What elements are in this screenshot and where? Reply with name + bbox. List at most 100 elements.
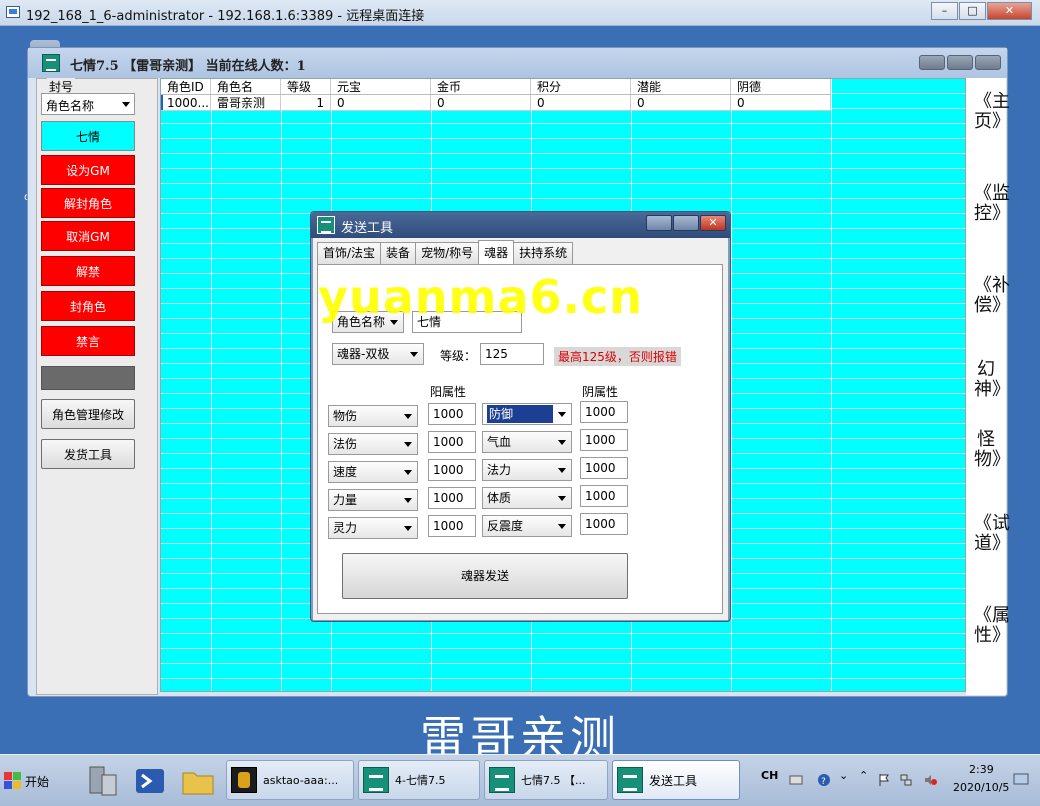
task-send-tool[interactable]: 发送工具: [612, 760, 740, 800]
folder-icon[interactable]: [178, 761, 218, 801]
yang-attr-select[interactable]: 力量: [328, 489, 418, 511]
column-header[interactable]: 角色ID: [161, 79, 211, 94]
table-cell: 1: [281, 95, 331, 110]
start-button[interactable]: 开始: [4, 763, 60, 799]
input-language[interactable]: CH: [761, 769, 778, 782]
column-header[interactable]: 积分: [531, 79, 631, 94]
tab-pets[interactable]: 宠物/称号: [415, 242, 480, 264]
set-gm-button[interactable]: 设为GM: [41, 155, 135, 185]
send-tool-dialog: 发送工具 ✕ 首饰/法宝 装备 宠物/称号 魂器 扶持系统 角色名称 七情 魂器…: [310, 211, 731, 622]
yin-attr-input[interactable]: 1000: [580, 401, 628, 423]
tab-soul-artifact[interactable]: 魂器: [478, 240, 515, 264]
column-header[interactable]: 等级: [281, 79, 331, 94]
unban-character-button[interactable]: 解封角色: [41, 188, 135, 218]
column-header[interactable]: 角色名: [211, 79, 281, 94]
nav-monster[interactable]: 怪物》: [974, 430, 1010, 470]
app-icon: [617, 767, 643, 793]
column-header[interactable]: 阴德: [731, 79, 831, 94]
ban-character-button[interactable]: 封角色: [41, 291, 135, 321]
yang-attr-input[interactable]: 1000: [428, 487, 476, 509]
flag-icon[interactable]: [877, 773, 891, 787]
rdp-maximize-button[interactable]: □: [959, 2, 986, 20]
network-icon[interactable]: [899, 773, 913, 787]
dialog-maximize-button[interactable]: [673, 215, 699, 231]
tab-accessories[interactable]: 首饰/法宝: [317, 242, 382, 264]
nav-attributes[interactable]: 《属性》: [974, 606, 1010, 646]
recipient-name-input[interactable]: 七情: [412, 311, 522, 333]
svg-text:?: ?: [821, 777, 826, 787]
app-title-bar: 七情7.5 【雷哥亲测】 当前在线人数：1: [28, 48, 1007, 78]
server-manager-icon[interactable]: [82, 761, 122, 801]
right-navigation: 《主页》 《监控》 《补偿》 幻神》 怪物》 《试道》 《属性》: [966, 78, 1010, 695]
yin-attr-select[interactable]: 气血: [482, 431, 572, 453]
keyboard-icon[interactable]: [789, 773, 803, 787]
show-desktop-icon[interactable]: [1013, 771, 1029, 787]
tab-support-system[interactable]: 扶持系统: [513, 242, 574, 264]
column-header[interactable]: 潜能: [631, 79, 731, 94]
nav-trial[interactable]: 《试道》: [974, 514, 1010, 554]
volume-muted-icon[interactable]: [923, 773, 937, 787]
yin-attr-input[interactable]: 1000: [580, 429, 628, 451]
rdp-minimize-button[interactable]: –: [931, 2, 958, 20]
nav-huanshen[interactable]: 幻神》: [974, 360, 1010, 400]
help-icon[interactable]: ?: [817, 773, 831, 787]
dialog-close-button[interactable]: ✕: [700, 215, 726, 231]
table-cell: 雷哥亲测: [211, 95, 281, 110]
tab-equipment[interactable]: 装备: [380, 242, 417, 264]
table-row[interactable]: 1000... 雷哥亲测 1 0 0 0 0 0: [161, 95, 831, 111]
app-close-button[interactable]: [975, 55, 1001, 70]
column-header[interactable]: 金币: [431, 79, 531, 94]
table-cell: 0: [331, 95, 431, 110]
app-minimize-button[interactable]: [919, 55, 945, 70]
rdp-close-button[interactable]: ✕: [987, 2, 1032, 20]
task-qiqing-main[interactable]: 七情7.5 【...: [484, 760, 608, 800]
yang-attr-input[interactable]: 1000: [428, 431, 476, 453]
yang-attr-select[interactable]: 物伤: [328, 405, 418, 427]
app-maximize-button[interactable]: [947, 55, 973, 70]
clock-date[interactable]: 2020/10/5: [953, 781, 1009, 794]
yang-attr-input[interactable]: 1000: [428, 459, 476, 481]
recipient-type-select[interactable]: 角色名称: [332, 311, 404, 333]
dialog-minimize-button[interactable]: [646, 215, 672, 231]
yang-attr-input[interactable]: 1000: [428, 403, 476, 425]
nav-compensation[interactable]: 《补偿》: [974, 276, 1010, 316]
options-chevron-icon[interactable]: ⌄: [839, 769, 848, 782]
mute-button[interactable]: 禁言: [41, 326, 135, 356]
powershell-icon[interactable]: [130, 761, 170, 801]
yang-attr-select[interactable]: 灵力: [328, 517, 418, 539]
artifact-type-select[interactable]: 魂器-双极: [332, 343, 424, 365]
chevron-down-icon: [558, 524, 566, 529]
column-header[interactable]: 元宝: [331, 79, 431, 94]
task-asktao[interactable]: asktao-aaa:...: [226, 760, 354, 800]
send-soul-artifact-button[interactable]: 魂器发送: [342, 553, 628, 599]
yin-attr-select[interactable]: 体质: [482, 487, 572, 509]
chevron-down-icon: [558, 496, 566, 501]
character-name-button[interactable]: 七情: [41, 121, 135, 151]
yin-attr-input[interactable]: 1000: [580, 485, 628, 507]
yin-attr-select[interactable]: 法力: [482, 459, 572, 481]
ban-target-select[interactable]: 角色名称: [41, 93, 135, 115]
chevron-down-icon: [122, 102, 130, 107]
app-title: 七情7.5 【雷哥亲测】 当前在线人数：1: [70, 59, 306, 74]
unmute-button[interactable]: 解禁: [41, 256, 135, 286]
yin-attr-input[interactable]: 1000: [580, 457, 628, 479]
ship-tool-button[interactable]: 发货工具: [41, 439, 135, 469]
remove-gm-button[interactable]: 取消GM: [41, 221, 135, 251]
yin-attr-select[interactable]: 反震度: [482, 515, 572, 537]
yang-attr-input[interactable]: 1000: [428, 515, 476, 537]
clock-time[interactable]: 2:39: [969, 763, 994, 776]
yang-attr-select[interactable]: 速度: [328, 461, 418, 483]
yin-attr-input[interactable]: 1000: [580, 513, 628, 535]
dialog-title-bar: 发送工具 ✕: [311, 212, 730, 238]
yang-attr-select[interactable]: 法伤: [328, 433, 418, 455]
task-qiqing-4[interactable]: 4-七情7.5: [358, 760, 480, 800]
rdp-window-controls: – □ ✕: [930, 2, 1032, 20]
chevron-down-icon: [558, 440, 566, 445]
character-manage-button[interactable]: 角色管理修改: [41, 399, 135, 429]
show-hidden-icons-icon[interactable]: ⌃: [859, 769, 868, 782]
dialog-tabs: 首饰/法宝 装备 宠物/称号 魂器 扶持系统: [317, 240, 574, 264]
nav-home[interactable]: 《主页》: [974, 92, 1010, 132]
yin-attr-select[interactable]: 防御: [482, 403, 572, 425]
nav-monitor[interactable]: 《监控》: [974, 184, 1010, 224]
level-input[interactable]: 125: [480, 343, 544, 365]
